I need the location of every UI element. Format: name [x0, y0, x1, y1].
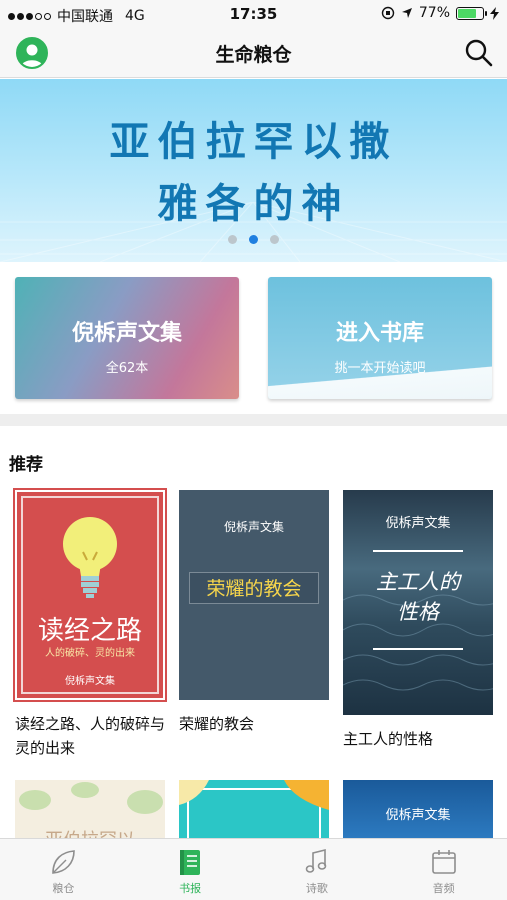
page-title: 生命粮仓 — [215, 44, 292, 66]
tab-label: 书报 — [179, 882, 202, 895]
charging-bolt-icon — [490, 6, 499, 20]
tab-books[interactable]: 书报 — [127, 839, 254, 900]
status-right: 77% — [381, 5, 499, 21]
tab-hymns[interactable]: 诗歌 — [254, 839, 381, 900]
book-title: 读经之路、人的破碎与灵的出来 — [15, 715, 166, 757]
book-cover-partial[interactable] — [179, 780, 329, 840]
battery-icon — [456, 6, 487, 20]
tab-label: 音频 — [432, 882, 455, 895]
card-title: 倪柝声文集 — [71, 321, 182, 346]
cover-series: 倪柝声文集 — [385, 808, 451, 823]
carousel-pager[interactable] — [0, 235, 507, 244]
pager-dot[interactable] — [228, 235, 237, 244]
pager-dot-active[interactable] — [249, 235, 258, 244]
cover-series: 倪柝声文集 — [65, 676, 115, 687]
tab-granary[interactable]: 粮仓 — [0, 839, 127, 900]
book-title: 主工人的性格 — [343, 730, 434, 748]
lightbulb-icon — [63, 517, 117, 598]
book-cover[interactable]: 读经之路 人的破碎、灵的出来 倪柝声文集 — [13, 488, 167, 702]
orientation-lock-icon — [381, 6, 395, 20]
tab-label: 诗歌 — [305, 882, 328, 895]
cover-title: 主工人的 — [376, 570, 460, 594]
search-button[interactable] — [463, 37, 495, 69]
status-bar: 中国联通 4G 17:35 77% — [0, 0, 507, 28]
cover-title-2: 性格 — [397, 600, 439, 624]
leaf-icon — [52, 850, 76, 874]
cover-series: 倪柝声文集 — [223, 520, 284, 534]
book-cover-partial[interactable]: 倪柝声文集 — [343, 780, 493, 840]
section-divider — [0, 414, 507, 426]
card-subtitle: 挑一本开始读吧 — [334, 361, 426, 376]
banner-headline-1: 亚伯拉罕以撒 — [109, 118, 398, 165]
nav-bar: 生命粮仓 — [0, 28, 507, 78]
calendar-icon — [431, 850, 456, 874]
location-arrow-icon — [401, 8, 412, 18]
tab-bar: 粮仓 书报 诗歌 音频 — [0, 838, 507, 900]
battery-fill — [458, 8, 477, 18]
pager-dot[interactable] — [270, 235, 279, 244]
book-cover-partial[interactable]: 亚伯拉罕以 — [15, 780, 165, 840]
collection-card[interactable]: 倪柝声文集 全62本 — [15, 277, 239, 399]
banner-carousel[interactable]: 亚伯拉罕以撒 雅各的神 — [0, 79, 507, 262]
book-icon — [180, 850, 201, 875]
book-title: 荣耀的教会 — [179, 715, 255, 733]
book-item[interactable]: 倪柝声文集 主工人的 性格 主工人的性格 — [343, 490, 493, 751]
section-title: 推荐 — [9, 455, 43, 475]
library-card[interactable]: 进入书库 挑一本开始读吧 — [268, 277, 492, 399]
blob-decoration — [179, 780, 329, 810]
book-item[interactable]: 倪柝声文集 荣耀的教会 荣耀的教会 — [179, 490, 329, 736]
battery-percent: 77% — [418, 5, 450, 21]
cover-subtitle: 人的破碎、灵的出来 — [45, 648, 135, 659]
card-subtitle: 全62本 — [105, 361, 149, 376]
cover-series: 倪柝声文集 — [385, 516, 451, 531]
card-title: 进入书库 — [335, 321, 424, 346]
book-cover[interactable]: 倪柝声文集 主工人的 性格 — [343, 490, 493, 715]
tab-label: 粮仓 — [52, 882, 75, 895]
music-note-icon — [305, 848, 327, 873]
cover-title: 荣耀的教会 — [189, 572, 319, 604]
search-icon — [465, 39, 493, 67]
tab-audio[interactable]: 音频 — [380, 839, 507, 900]
book-item[interactable]: 读经之路 人的破碎、灵的出来 倪柝声文集 读经之路、人的破碎与灵的出来 — [13, 488, 167, 760]
banner-headline-2: 雅各的神 — [157, 180, 350, 227]
book-cover[interactable]: 倪柝声文集 荣耀的教会 — [179, 490, 329, 700]
cover-title: 读经之路 — [37, 616, 142, 646]
